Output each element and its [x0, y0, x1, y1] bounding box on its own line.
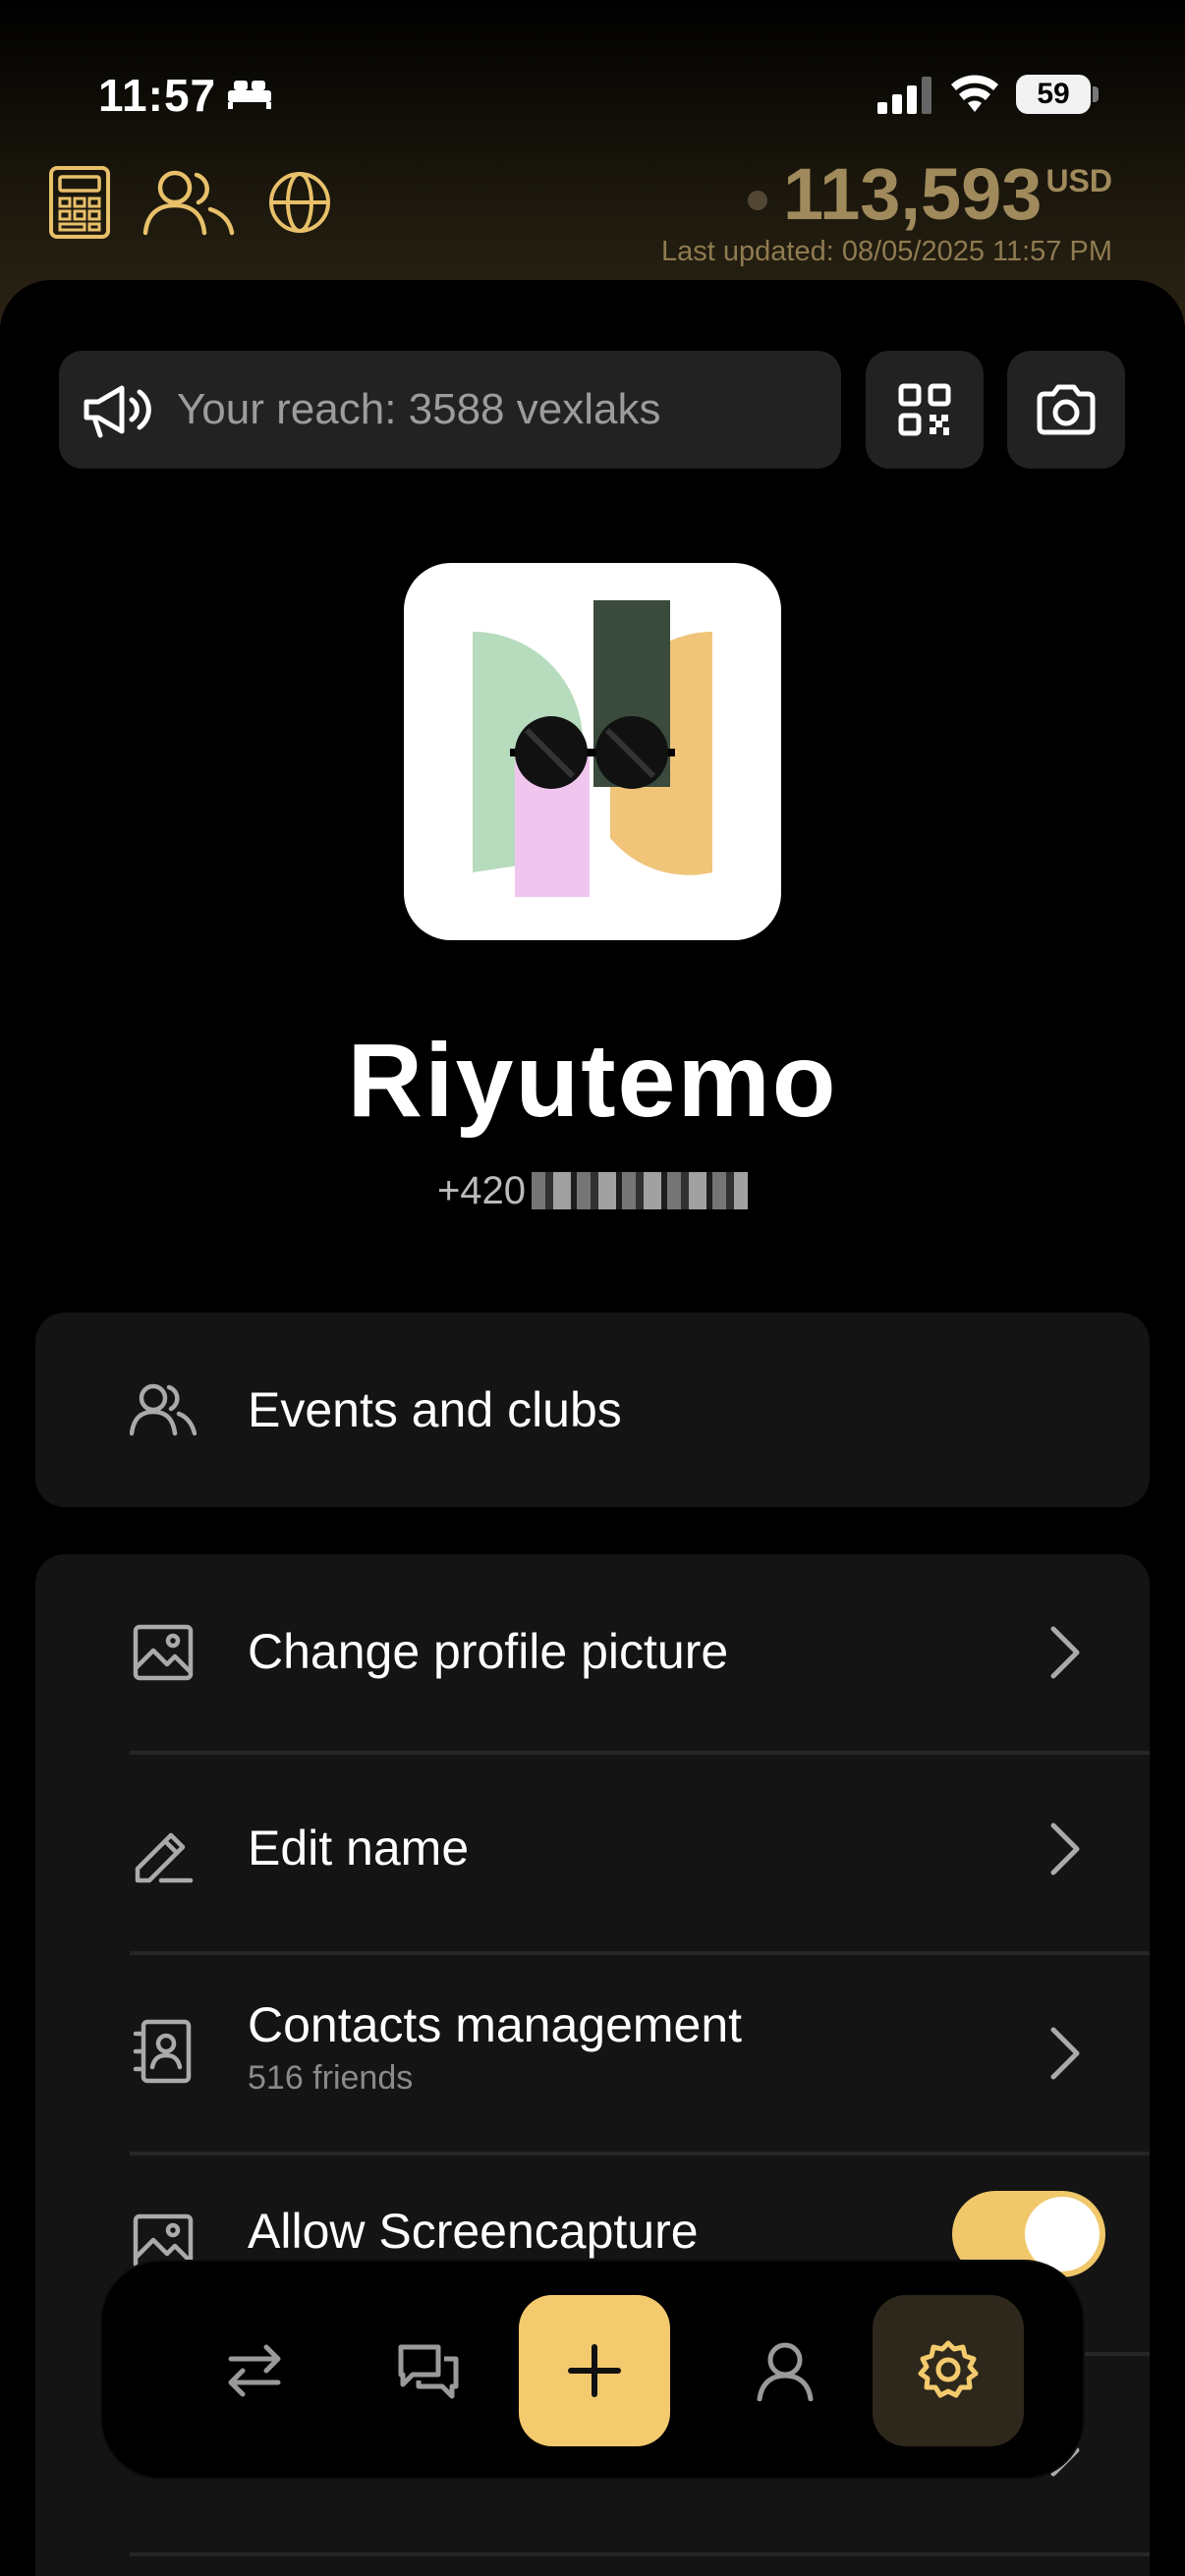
image-icon	[133, 1624, 194, 1681]
reach-text: Your reach: 3588 vexlaks	[177, 385, 661, 433]
phone-redacted	[532, 1172, 749, 1210]
settings-icon	[918, 2340, 979, 2398]
people-icon[interactable]	[141, 165, 236, 240]
balance-amount: 113,593	[783, 153, 1043, 235]
transfer-icon	[228, 2344, 281, 2397]
camera-icon	[1037, 384, 1096, 435]
reach-bar[interactable]: Your reach: 3588 vexlaks	[59, 351, 841, 469]
events-label: Events and clubs	[248, 1382, 622, 1437]
status-dot	[748, 191, 768, 210]
chevron-right-icon	[1050, 1822, 1080, 1876]
edit-name-row[interactable]: Edit name	[35, 1755, 1150, 1951]
phone-prefix: +420	[436, 1168, 527, 1212]
phone-number: +420	[0, 1167, 1185, 1213]
camera-button[interactable]	[1007, 351, 1125, 469]
nav-chat[interactable]	[353, 2295, 504, 2446]
nav-transfer[interactable]	[179, 2295, 330, 2446]
nav-settings[interactable]	[873, 2295, 1024, 2446]
toggle-knob	[1025, 2197, 1100, 2271]
qr-code-icon	[898, 383, 951, 436]
contacts-row[interactable]: Contacts management 516 friends	[35, 1955, 1150, 2152]
calculator-icon[interactable]	[47, 165, 112, 240]
battery-icon: 59	[1016, 75, 1099, 114]
balance: 113,593 USD	[748, 157, 1112, 232]
pencil-icon	[135, 1832, 194, 1883]
change-picture-label: Change profile picture	[248, 1624, 729, 1679]
bottom-nav	[102, 2262, 1083, 2478]
contacts-label: Contacts management	[248, 1997, 743, 2052]
chevron-right-icon	[1050, 1626, 1080, 1679]
balance-currency: USD	[1045, 163, 1112, 198]
wifi-icon	[951, 75, 998, 112]
profile-name: Riyutemo	[347, 1023, 838, 1139]
add-icon	[568, 2344, 621, 2397]
chat-icon	[398, 2344, 459, 2399]
profile-icon	[757, 2342, 814, 2401]
change-picture-row[interactable]: Change profile picture	[35, 1554, 1150, 1751]
contacts-count: 516 friends	[248, 2059, 414, 2097]
people-icon	[130, 1383, 197, 1436]
contacts-book-icon	[133, 2019, 192, 2084]
qr-button[interactable]	[866, 351, 984, 469]
battery-level: 59	[1016, 75, 1091, 114]
nav-profile[interactable]	[709, 2295, 861, 2446]
chevron-right-icon	[1050, 2027, 1080, 2080]
screencapture-label: Allow Screencapture	[248, 2204, 699, 2259]
divider	[130, 2552, 1150, 2556]
status-time: 11:57	[98, 70, 217, 121]
profile-avatar[interactable]	[404, 563, 781, 940]
nav-add[interactable]	[519, 2295, 670, 2446]
signal-icon	[877, 77, 931, 114]
events-card[interactable]: Events and clubs	[35, 1313, 1150, 1507]
bed-icon	[228, 81, 271, 109]
globe-icon[interactable]	[265, 165, 334, 240]
edit-name-label: Edit name	[248, 1820, 470, 1876]
last-updated: Last updated: 08/05/2025 11:57 PM	[661, 236, 1112, 267]
megaphone-icon	[84, 385, 151, 438]
